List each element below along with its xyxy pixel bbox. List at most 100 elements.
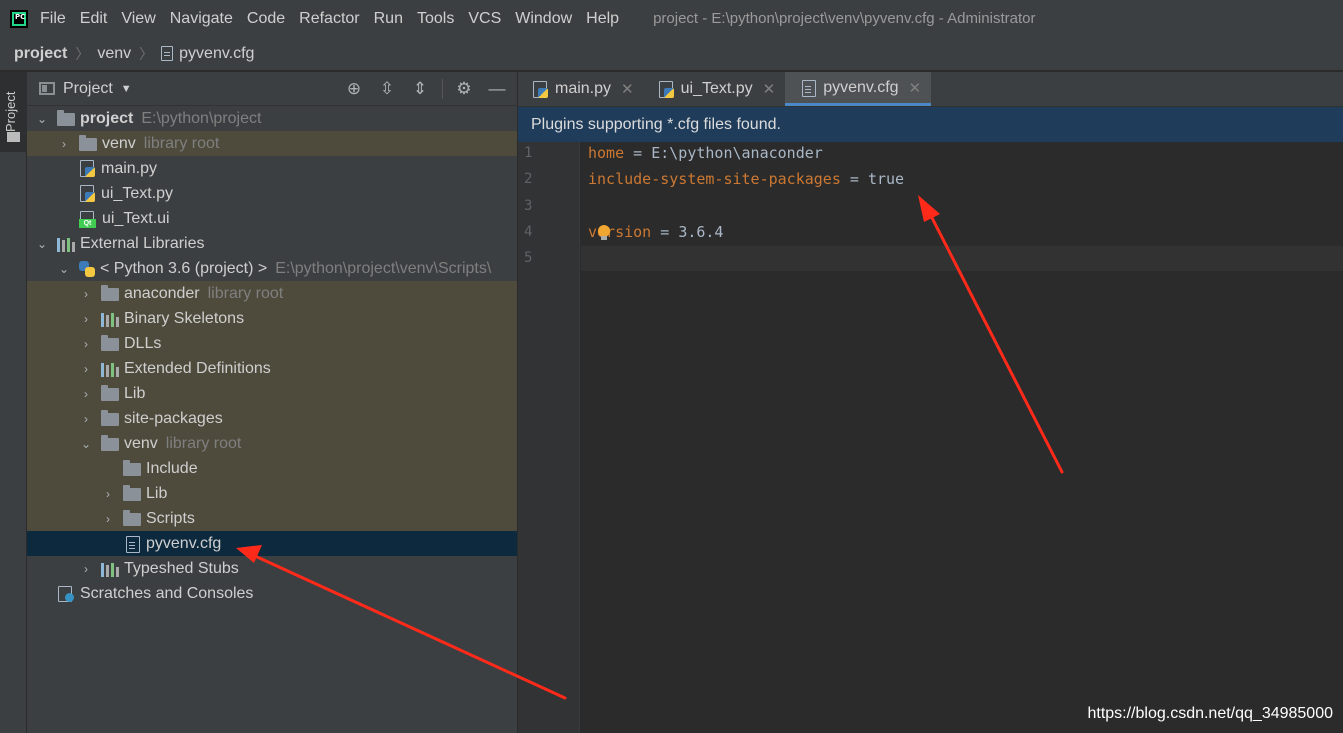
tree-item-scratches[interactable]: › Scratches and Consoles	[27, 581, 517, 606]
chevron-right-icon[interactable]: ›	[79, 362, 93, 376]
code-line[interactable]: home = E:\python\anaconder	[588, 144, 823, 162]
chevron-right-icon[interactable]: ›	[79, 562, 93, 576]
tree-item-dlls[interactable]: › DLLs	[27, 331, 517, 356]
tree-item-label: External Libraries	[80, 234, 205, 252]
lightbulb-icon[interactable]	[598, 225, 610, 240]
config-file-icon	[123, 535, 141, 553]
dropdown-caret-icon[interactable]: ▼	[121, 83, 132, 95]
tab-pyvenv-cfg[interactable]: pyvenv.cfg ✕	[785, 72, 932, 106]
tree-item-label: anaconder	[124, 284, 200, 302]
menu-window[interactable]: Window	[515, 10, 572, 28]
config-equals: =	[624, 144, 652, 162]
chevron-right-icon[interactable]: ›	[101, 487, 115, 501]
collapse-all-icon[interactable]: ⇕	[408, 77, 432, 101]
tree-item-label: pyvenv.cfg	[146, 534, 222, 552]
config-value: true	[867, 170, 905, 188]
close-icon[interactable]: ✕	[763, 80, 776, 98]
project-view-icon	[39, 82, 55, 95]
tree-item-label: Lib	[124, 384, 146, 402]
tree-item-main-py[interactable]: › main.py	[27, 156, 517, 181]
tree-item-lib[interactable]: › Lib	[27, 381, 517, 406]
qt-ui-file-icon	[79, 210, 97, 228]
menu-refactor[interactable]: Refactor	[299, 10, 359, 28]
config-file-icon	[799, 79, 817, 97]
tree-item-scripts[interactable]: › Scripts	[27, 506, 517, 531]
expand-all-icon[interactable]: ⇳	[375, 77, 399, 101]
chevron-down-icon[interactable]: ⌄	[35, 112, 49, 126]
chevron-right-icon[interactable]: ›	[79, 312, 93, 326]
folder-icon	[101, 410, 119, 426]
library-icon	[101, 361, 119, 377]
tree-item-venv-library[interactable]: ⌄ venv library root	[27, 431, 517, 456]
tree-item-label: Include	[146, 459, 198, 477]
locate-target-icon[interactable]: ⊕	[342, 77, 366, 101]
chevron-right-icon[interactable]: ›	[101, 512, 115, 526]
tree-item-pyvenv-cfg[interactable]: › pyvenv.cfg	[27, 531, 517, 556]
close-icon[interactable]: ✕	[621, 80, 634, 98]
tree-item-label: ui_Text.ui	[102, 209, 170, 227]
plugin-suggestion-banner: Plugins supporting *.cfg files found.	[518, 107, 1343, 142]
menu-file[interactable]: File	[40, 10, 66, 28]
tree-item-ui-text-py[interactable]: › ui_Text.py	[27, 181, 517, 206]
python-file-icon	[532, 80, 549, 98]
breadcrumb-separator-icon: 〉	[139, 45, 154, 62]
chevron-right-icon[interactable]: ›	[79, 412, 93, 426]
breadcrumb-separator-icon: 〉	[75, 45, 90, 62]
chevron-right-icon[interactable]: ›	[79, 337, 93, 351]
gear-icon[interactable]: ⚙	[452, 77, 476, 101]
menu-code[interactable]: Code	[247, 10, 285, 28]
tab-ui-text-py[interactable]: ui_Text.py ✕	[644, 72, 786, 106]
folder-icon	[101, 335, 119, 351]
project-tool-window-label: Project	[3, 91, 18, 132]
tab-label: pyvenv.cfg	[823, 78, 899, 96]
breadcrumb-pyvenv-cfg[interactable]: pyvenv.cfg	[179, 45, 254, 63]
breadcrumb-project[interactable]: project	[14, 45, 67, 63]
tree-item-project[interactable]: ⌄ project E:\python\project	[27, 106, 517, 131]
tree-item-label: site-packages	[124, 409, 223, 427]
tree-item-label: < Python 3.6 (project) >	[100, 259, 268, 277]
menu-view[interactable]: View	[121, 10, 155, 28]
current-line-highlight	[581, 246, 1343, 271]
tree-item-ui-text-ui[interactable]: › ui_Text.ui	[27, 206, 517, 231]
minimize-icon[interactable]: —	[485, 77, 509, 101]
tree-item-venv[interactable]: › venv library root	[27, 131, 517, 156]
chevron-down-icon[interactable]: ⌄	[35, 237, 49, 251]
chevron-down-icon[interactable]: ⌄	[57, 262, 71, 276]
menu-edit[interactable]: Edit	[80, 10, 108, 28]
left-tool-stripe: Project	[0, 72, 27, 733]
tree-item-lib-venv[interactable]: › Lib	[27, 481, 517, 506]
menu-tools[interactable]: Tools	[417, 10, 454, 28]
tab-label: ui_Text.py	[680, 80, 753, 97]
tree-item-label: venv	[124, 434, 158, 452]
chevron-down-icon[interactable]: ⌄	[79, 437, 93, 451]
tree-item-typeshed-stubs[interactable]: › Typeshed Stubs	[27, 556, 517, 581]
python-file-icon	[79, 160, 96, 177]
code-line[interactable]: include-system-site-packages = true	[588, 170, 904, 188]
tree-item-python-sdk[interactable]: ⌄ < Python 3.6 (project) > E:\python\pro…	[27, 256, 517, 281]
tree-item-anaconder[interactable]: › anaconder library root	[27, 281, 517, 306]
tab-main-py[interactable]: main.py ✕	[518, 72, 644, 106]
tree-item-binary-skeletons[interactable]: › Binary Skeletons	[27, 306, 517, 331]
project-panel-title[interactable]: Project	[63, 80, 113, 98]
line-number: 2	[524, 171, 533, 187]
close-icon[interactable]: ✕	[909, 79, 922, 97]
menu-vcs[interactable]: VCS	[468, 10, 501, 28]
project-tool-window-tab[interactable]: Project	[0, 72, 27, 152]
config-key: home	[588, 144, 625, 162]
tree-item-external-libraries[interactable]: ⌄ External Libraries	[27, 231, 517, 256]
menu-run[interactable]: Run	[374, 10, 403, 28]
menu-help[interactable]: Help	[586, 10, 619, 28]
tree-item-path: E:\python\project\venv\Scripts\	[275, 259, 492, 277]
menu-navigate[interactable]: Navigate	[170, 10, 233, 28]
folder-icon	[101, 435, 119, 451]
chevron-right-icon[interactable]: ›	[57, 137, 71, 151]
breadcrumb-venv[interactable]: venv	[97, 45, 131, 63]
code-area[interactable]: 1 2 3 4 5 home = E:\python\anaconder inc…	[518, 142, 1343, 733]
chevron-right-icon[interactable]: ›	[79, 387, 93, 401]
chevron-right-icon[interactable]: ›	[79, 287, 93, 301]
project-panel-header: Project ▼ ⊕ ⇳ ⇕ ⚙ —	[27, 72, 517, 106]
tree-item-include[interactable]: › Include	[27, 456, 517, 481]
folder-icon	[101, 385, 119, 401]
tree-item-extended-definitions[interactable]: › Extended Definitions	[27, 356, 517, 381]
tree-item-site-packages[interactable]: › site-packages	[27, 406, 517, 431]
